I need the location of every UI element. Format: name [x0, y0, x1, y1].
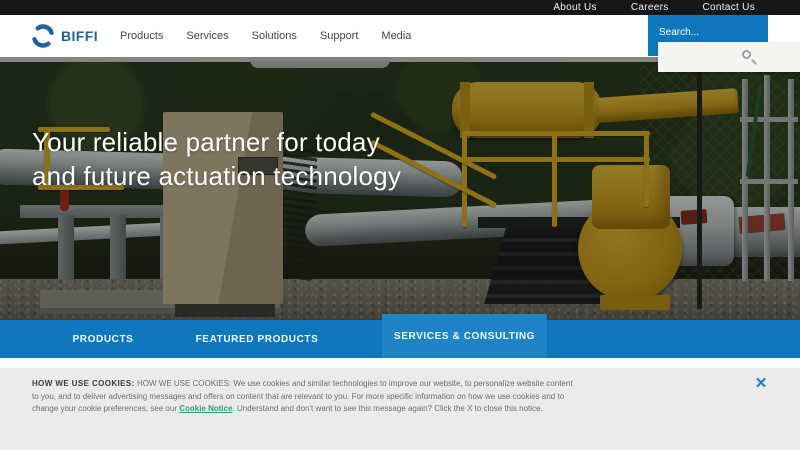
search-label: Search...: [659, 27, 699, 38]
hero-heading-line2: and future actuation technology: [32, 159, 401, 193]
cookie-notice-link[interactable]: Cookie Notice: [179, 404, 232, 413]
nav-items: Products Services Solutions Support Medi…: [120, 15, 411, 57]
hero-heading: Your reliable partner for today and futu…: [32, 125, 401, 193]
tab-featured-products[interactable]: FEATURED PRODUCTS: [178, 320, 336, 358]
topbar-link-contact-us[interactable]: Contact Us: [703, 2, 755, 13]
nav-item-media[interactable]: Media: [381, 30, 411, 42]
cookie-notice: HOW WE USE COOKIES: HOW WE USE COOKIES: …: [0, 368, 800, 450]
biffi-logo[interactable]: BIFFI: [30, 23, 98, 49]
cookie-text-after-link: . Understand and don't want to see this …: [233, 404, 543, 413]
section-tabbar: PRODUCTS FEATURED PRODUCTS SERVICES & CO…: [0, 320, 800, 358]
hero-heading-line1: Your reliable partner for today: [32, 125, 401, 159]
search-icon[interactable]: [742, 50, 751, 59]
topbar-link-careers[interactable]: Careers: [631, 2, 669, 13]
biffi-logo-icon: [30, 23, 56, 49]
cookie-notice-text: HOW WE USE COOKIES: HOW WE USE COOKIES: …: [32, 378, 577, 416]
bottom-strip: [0, 358, 800, 368]
close-icon[interactable]: ✕: [748, 372, 774, 396]
topbar: About Us Careers Contact Us: [0, 0, 800, 15]
nav-item-solutions[interactable]: Solutions: [252, 30, 297, 42]
search-box: [658, 42, 800, 72]
page: About Us Careers Contact Us BIFFI Produc…: [0, 0, 800, 450]
cookie-bold-label: HOW WE USE COOKIES:: [32, 379, 135, 388]
topbar-link-about-us[interactable]: About Us: [553, 2, 597, 13]
nav-item-products[interactable]: Products: [120, 30, 163, 42]
hero-image: Your reliable partner for today and futu…: [0, 57, 800, 320]
nav-item-services[interactable]: Services: [186, 30, 228, 42]
biffi-logo-text: BIFFI: [61, 28, 98, 44]
nav-item-support[interactable]: Support: [320, 30, 359, 42]
tab-services-consulting[interactable]: SERVICES & CONSULTING: [382, 314, 547, 358]
tab-products[interactable]: PRODUCTS: [28, 320, 178, 358]
search-input[interactable]: [658, 42, 800, 72]
